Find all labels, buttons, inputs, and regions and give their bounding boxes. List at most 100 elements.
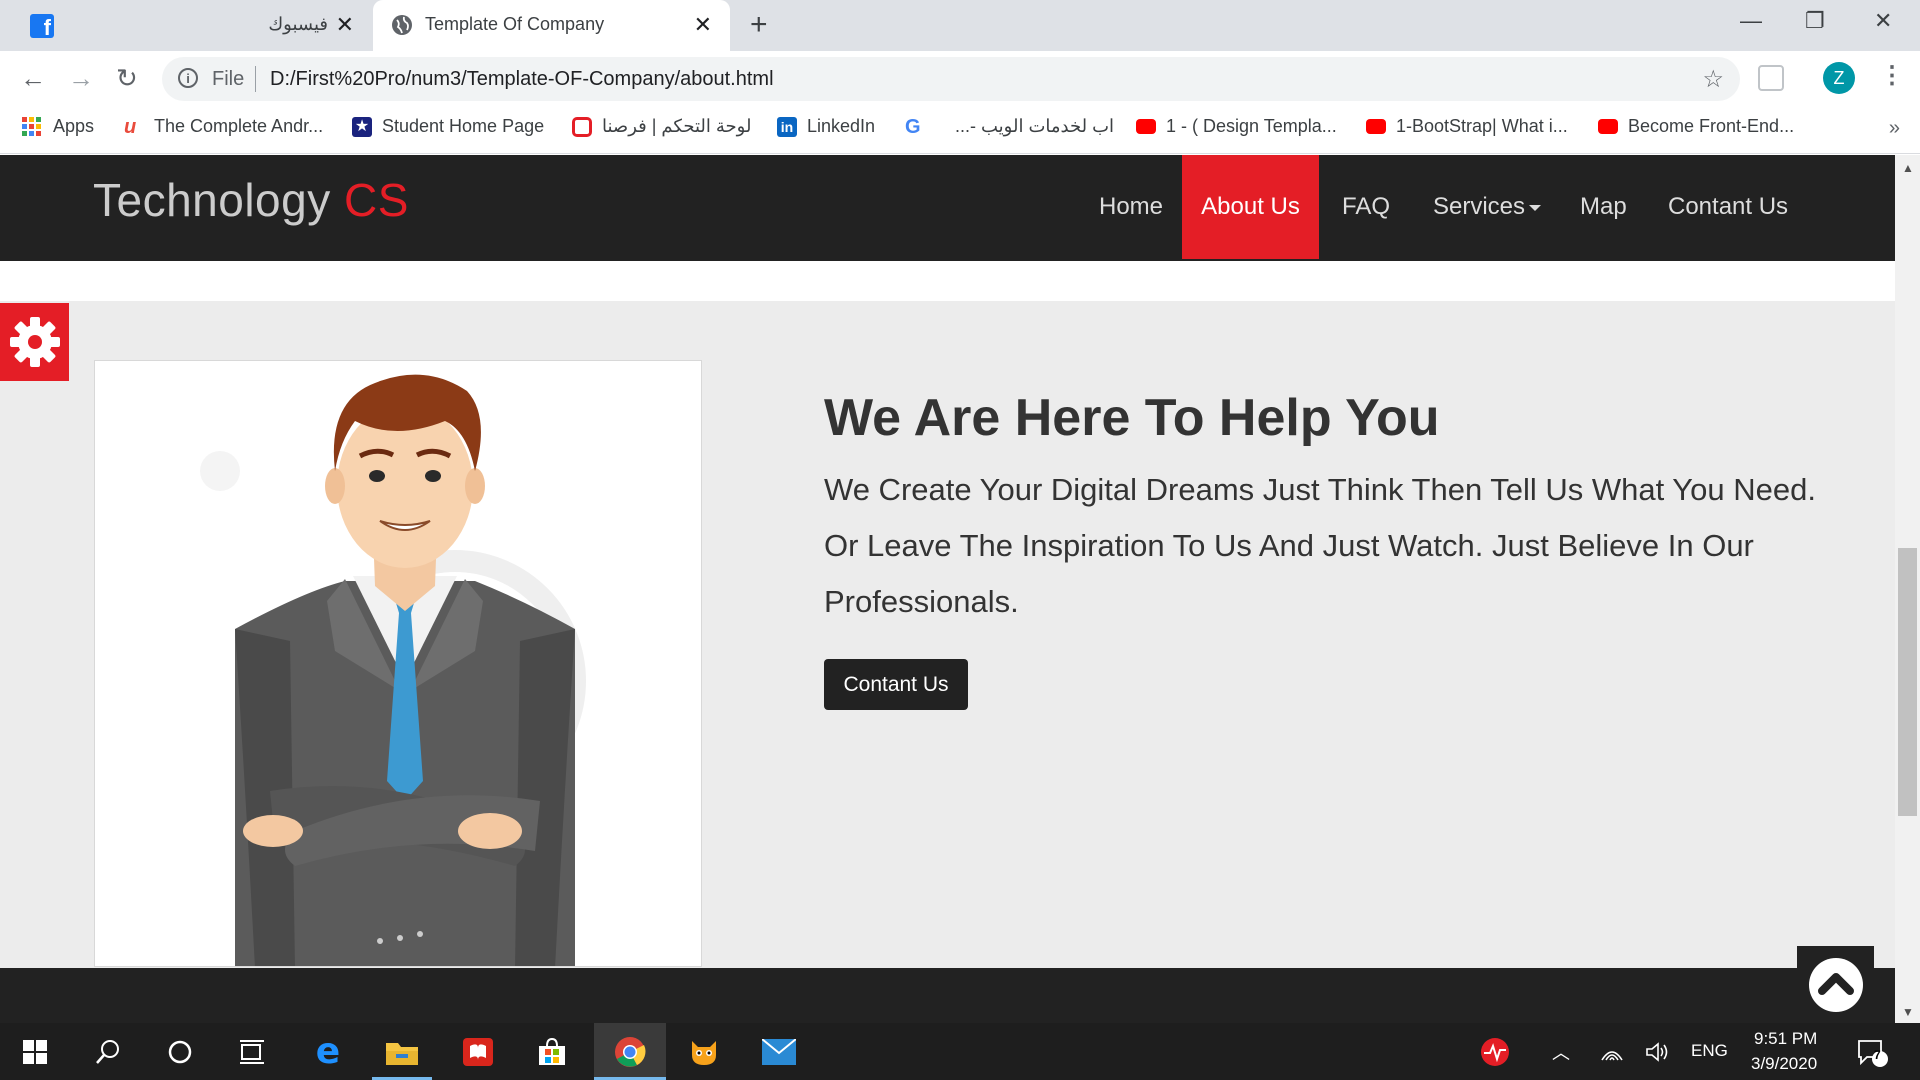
tab-title: فيسبوك — [268, 14, 328, 34]
clock-date[interactable]: 3/9/2020 — [1751, 1054, 1817, 1074]
reload-button[interactable]: ↻ — [116, 63, 138, 94]
google-icon: G — [905, 115, 921, 138]
info-icon[interactable]: i — [178, 68, 198, 88]
linkedin-icon: in — [777, 116, 797, 137]
bookmark-star-icon[interactable]: ☆ — [1702, 65, 1724, 94]
nav-faq[interactable]: FAQ — [1320, 155, 1412, 259]
apps-grid-icon — [22, 117, 41, 136]
globe-icon — [392, 15, 412, 35]
language-indicator[interactable]: ENG — [1691, 1041, 1728, 1061]
bookmarks-bar: Apps u The Complete Andr... ★ Student Ho… — [0, 107, 1920, 154]
task-view-icon[interactable] — [222, 1023, 282, 1080]
bookmark-design-template[interactable]: 1 - ( Design Templa... — [1136, 116, 1337, 137]
minimize-button[interactable]: — — [1740, 8, 1762, 34]
scheme-label: File — [212, 68, 245, 90]
bookmark-udemy[interactable]: u The Complete Andr... — [124, 116, 323, 137]
windows-taskbar: e ︿ ENG 9:51 PM 3/9/2020 7 — [0, 1023, 1920, 1080]
nav-contact[interactable]: Contant Us — [1646, 155, 1810, 259]
site-logo[interactable]: Technology CS — [93, 173, 409, 227]
businessman-illustration — [200, 374, 586, 966]
extension-icon[interactable] — [1758, 65, 1784, 91]
close-tab-icon[interactable]: ✕ — [336, 12, 354, 38]
page-scrollbar[interactable]: ▲ ▼ — [1895, 155, 1920, 1023]
bookmark-label: Student Home Page — [382, 116, 545, 136]
nav-services-label: Services — [1433, 193, 1526, 220]
browser-tab-template[interactable]: Template Of Company ✕ — [373, 0, 730, 51]
chrome-icon[interactable] — [594, 1023, 666, 1080]
nav-services[interactable]: Services — [1411, 155, 1563, 259]
site-navbar: Technology CS Home About Us FAQ Services… — [0, 155, 1895, 261]
back-button[interactable]: ← — [20, 63, 46, 94]
youtube-icon — [1366, 119, 1386, 134]
logo-accent: CS — [344, 174, 409, 226]
browser-toolbar: ← → ↻ i File D:/First%20Pro/num3/Templat… — [0, 51, 1920, 107]
youtube-icon — [1598, 119, 1618, 134]
file-explorer-icon[interactable] — [372, 1023, 432, 1080]
settings-toggle-button[interactable] — [0, 303, 69, 381]
bookmark-label: LinkedIn — [807, 116, 876, 136]
chevron-down-icon — [1529, 204, 1542, 211]
nav-home[interactable]: Home — [1077, 155, 1185, 259]
address-bar[interactable]: i File D:/First%20Pro/num3/Template-OF-C… — [162, 57, 1740, 101]
tab-title: Template Of Company — [425, 14, 605, 34]
bookmark-front-end[interactable]: Become Front-End... — [1598, 116, 1794, 137]
bookmark-label: The Complete Andr... — [154, 116, 324, 136]
bookmarks-overflow-button[interactable]: » — [1889, 117, 1900, 140]
restore-button[interactable]: ❐ — [1805, 8, 1825, 34]
health-monitor-icon[interactable] — [1465, 1023, 1525, 1080]
chevron-up-icon — [1808, 957, 1863, 1012]
about-paragraph: We Create Your Digital Dreams Just Think… — [824, 472, 1816, 619]
bookmark-label: 1-BootStrap| What i... — [1396, 116, 1568, 136]
scrollbar-thumb[interactable] — [1898, 548, 1917, 816]
bookmark-web-services[interactable]: G ...- اب لخدمات الويب — [905, 116, 1114, 137]
bookmark-bootstrap[interactable]: 1-BootStrap| What i... — [1366, 116, 1568, 137]
url-text[interactable]: D:/First%20Pro/num3/Template-OF-Company/… — [270, 68, 774, 91]
bookmark-linkedin[interactable]: in LinkedIn — [777, 116, 875, 137]
youtube-icon — [1136, 119, 1156, 134]
browser-tab-facebook[interactable]: f فيسبوك ✕ — [0, 0, 372, 51]
browser-menu-icon[interactable]: ⋮ — [1880, 61, 1904, 90]
about-image — [94, 360, 702, 967]
browser-tab-strip: f فيسبوك ✕ Template Of Company ✕ + — ❐ ✕ — [0, 0, 1920, 51]
cortana-icon[interactable] — [150, 1023, 210, 1080]
separator — [255, 66, 256, 92]
page-viewport: Technology CS Home About Us FAQ Services… — [0, 155, 1895, 1023]
bookmark-label: Apps — [53, 116, 95, 136]
clock-time[interactable]: 9:51 PM — [1754, 1029, 1817, 1049]
notification-center-icon[interactable]: 7 — [1842, 1023, 1902, 1080]
scroll-down-arrow-icon[interactable]: ▼ — [1902, 1005, 1914, 1019]
close-window-button[interactable]: ✕ — [1874, 8, 1892, 34]
bookmark-student-home[interactable]: ★ Student Home Page — [352, 116, 544, 137]
nav-about-us[interactable]: About Us — [1182, 155, 1319, 259]
scroll-to-top-button[interactable] — [1797, 946, 1874, 1023]
gear-icon — [9, 317, 60, 367]
search-icon[interactable] — [78, 1023, 138, 1080]
mail-icon[interactable] — [749, 1023, 809, 1080]
bookmark-label: لوحة التحكم | فرصنا — [602, 116, 752, 136]
close-tab-icon[interactable]: ✕ — [694, 12, 712, 38]
facebook-icon: f — [30, 14, 54, 38]
footer-section — [0, 968, 1895, 1023]
new-tab-button[interactable]: + — [750, 8, 768, 42]
store-icon[interactable] — [522, 1023, 582, 1080]
chevron-up-icon[interactable]: ︿ — [1552, 1039, 1570, 1065]
logo-text: Technology — [93, 174, 331, 226]
bookmark-label: Become Front-End... — [1628, 116, 1795, 136]
windows-start-icon[interactable] — [5, 1023, 65, 1080]
about-headline: We Are Here To Help You — [824, 389, 1440, 447]
udemy-icon: u — [124, 115, 137, 138]
forward-button[interactable]: → — [68, 63, 94, 94]
section-divider — [0, 261, 1895, 301]
star-badge-icon: ★ — [352, 116, 372, 137]
scratch-cat-icon[interactable] — [674, 1023, 734, 1080]
bookmark-apps[interactable]: Apps — [22, 116, 94, 137]
bookmark-forsana[interactable]: لوحة التحكم | فرصنا — [572, 116, 751, 137]
profile-avatar[interactable]: Z — [1823, 62, 1855, 94]
acrobat-icon[interactable] — [448, 1023, 508, 1080]
nav-map[interactable]: Map — [1558, 155, 1649, 259]
contact-button[interactable]: Contant Us — [824, 659, 968, 710]
volume-icon[interactable] — [1627, 1023, 1687, 1080]
forsana-icon — [572, 116, 592, 137]
scroll-up-arrow-icon[interactable]: ▲ — [1902, 161, 1914, 175]
edge-icon[interactable]: e — [298, 1023, 358, 1080]
